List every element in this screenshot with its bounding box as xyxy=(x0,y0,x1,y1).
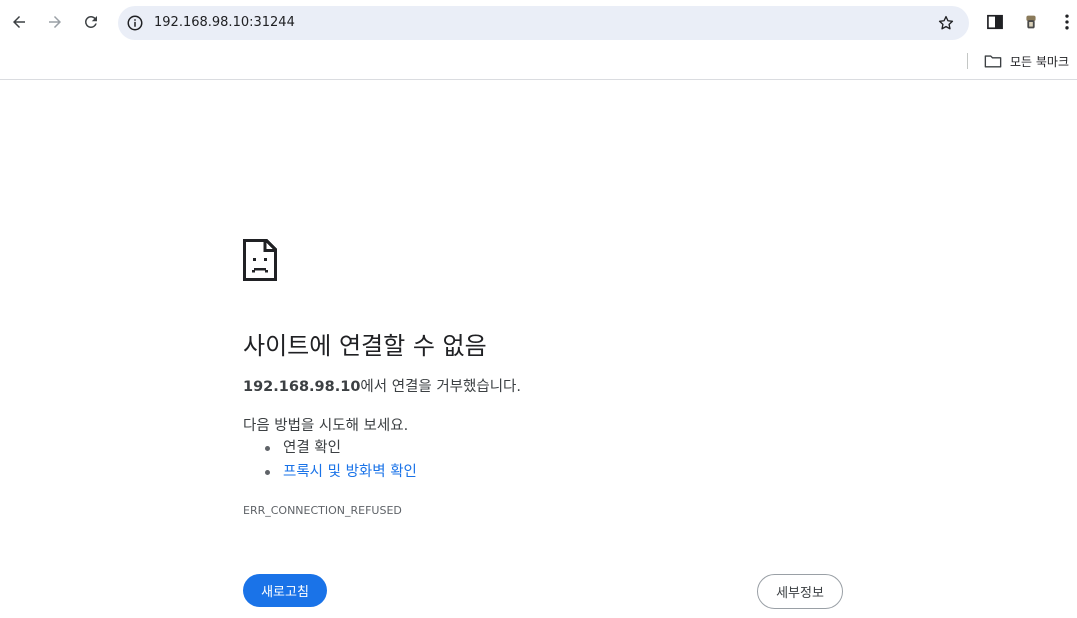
reload-button[interactable]: 새로고침 xyxy=(243,574,327,607)
error-host: 192.168.98.10 xyxy=(243,379,361,395)
forward-arrow-icon xyxy=(49,16,61,28)
all-bookmarks-folder[interactable]: 모든 북마크 xyxy=(984,51,1069,71)
back-button[interactable] xyxy=(5,8,33,36)
error-code: ERR_CONNECTION_REFUSED xyxy=(243,504,402,517)
info-icon[interactable] xyxy=(126,14,144,32)
details-button[interactable]: 세부정보 xyxy=(757,574,843,609)
address-bar[interactable]: 192.168.98.10:31244 xyxy=(118,6,969,40)
suggestions-list: 연결 확인 프록시 및 방화벽 확인 xyxy=(263,437,417,485)
side-panel-icon[interactable] xyxy=(985,12,1005,32)
error-title: 사이트에 연결할 수 없음 xyxy=(243,332,487,360)
bookmarks-separator xyxy=(967,53,968,69)
browser-toolbar: 192.168.98.10:31244 xyxy=(0,0,1077,44)
url-text[interactable]: 192.168.98.10:31244 xyxy=(154,15,295,30)
back-arrow-icon xyxy=(13,16,25,28)
error-description: 192.168.98.10에서 연결을 거부했습니다. xyxy=(243,375,521,396)
folder-icon xyxy=(984,55,1002,68)
suggestion-check-proxy-firewall-link[interactable]: 프록시 및 방화벽 확인 xyxy=(263,461,417,485)
all-bookmarks-label: 모든 북마크 xyxy=(1010,54,1070,69)
kebab-menu-icon[interactable] xyxy=(1057,12,1077,32)
reload-page-button[interactable] xyxy=(77,8,105,36)
error-description-text: 에서 연결을 거부했습니다. xyxy=(360,379,521,395)
sad-page-icon xyxy=(243,239,277,281)
suggestion-check-connection: 연결 확인 xyxy=(263,437,417,461)
suggestions-label: 다음 방법을 시도해 보세요. xyxy=(243,418,409,434)
profile-avatar[interactable] xyxy=(1020,11,1042,33)
forward-button[interactable] xyxy=(41,8,69,36)
star-icon[interactable] xyxy=(937,14,955,32)
bookmarks-bar: 모든 북마크 xyxy=(0,44,1077,80)
reload-icon xyxy=(84,15,97,28)
